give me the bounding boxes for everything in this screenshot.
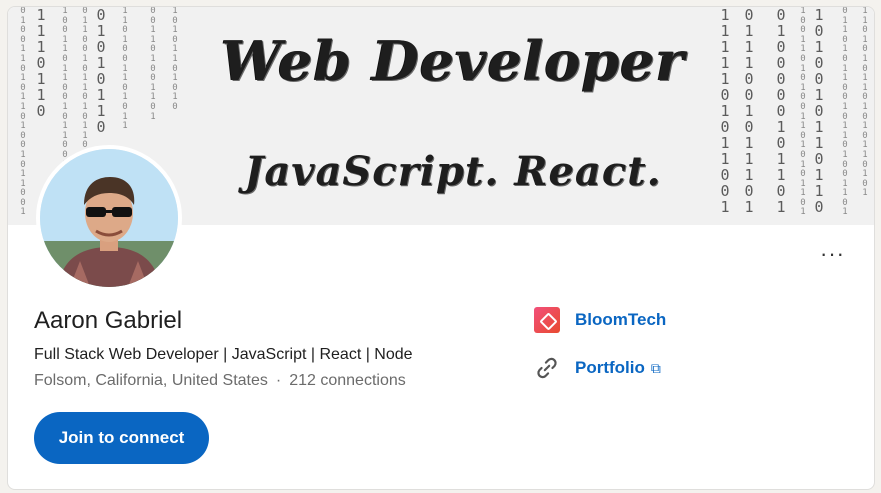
portfolio-link[interactable]: Portfolio ⧉ xyxy=(534,355,661,381)
avatar-photo xyxy=(40,149,178,287)
binary-column: 1 0 1 0 0 1 0 1 1 0 1 1 0 xyxy=(814,7,824,216)
profile-headline: Full Stack Web Developer | JavaScript | … xyxy=(34,346,413,363)
banner-line-1: Web Developer xyxy=(220,29,686,93)
binary-column: 1 1 0 1 0 0 1 1 0 1 0 1 1 xyxy=(122,7,128,132)
more-actions-button[interactable]: ··· xyxy=(820,241,845,267)
binary-column: 1 0 1 0 1 1 0 1 0 1 0 xyxy=(172,7,178,112)
org-link[interactable]: BloomTech xyxy=(534,307,666,333)
profile-meta: Folsom, California, United States · 212 co… xyxy=(34,372,406,390)
profile-connections[interactable]: 212 connections xyxy=(289,372,406,389)
binary-column: 0 1 1 0 0 1 0 1 1 0 1 0 1 1 0 xyxy=(82,7,88,151)
profile-location: Folsom, California, United States xyxy=(34,372,268,389)
binary-column: 0 1 0 1 0 1 1 0 xyxy=(96,7,106,136)
banner-title: Web Developer JavaScript. React. Node xyxy=(198,15,708,225)
portfolio-link-label[interactable]: Portfolio xyxy=(575,358,645,378)
profile-name: Aaron Gabriel xyxy=(34,307,183,334)
meta-separator: · xyxy=(275,372,282,389)
binary-column: 0 1 0 0 1 1 0 1 0 1 1 0 1 0 0 1 0 1 1 0 … xyxy=(20,7,26,218)
binary-column: 1 1 0 1 0 1 0 1 1 0 1 0 1 0 1 1 0 1 0 1 xyxy=(862,7,868,199)
binary-column: 0 1 1 1 0 0 1 0 1 1 1 0 1 xyxy=(744,7,754,216)
binary-column: 1 1 1 0 1 1 0 xyxy=(36,7,46,120)
binary-column: 0 0 1 1 0 1 0 0 1 1 0 1 xyxy=(150,7,156,122)
join-to-connect-button[interactable]: Join to connect xyxy=(34,412,209,464)
binary-column: 0 1 1 0 1 0 1 1 0 0 1 0 1 1 0 1 0 0 1 1 … xyxy=(842,7,848,218)
link-icon xyxy=(537,357,557,379)
external-link-icon: ⧉ xyxy=(650,359,661,376)
profile-card: 1 1 1 0 1 1 0 0 1 0 0 1 1 0 1 0 1 1 0 1 … xyxy=(7,6,875,490)
avatar[interactable] xyxy=(36,145,182,291)
org-link-label[interactable]: BloomTech xyxy=(575,310,666,330)
binary-column: 0 1 0 0 0 0 0 1 0 1 1 0 1 xyxy=(776,7,786,216)
binary-column: 1 0 0 1 1 0 1 0 1 0 0 1 1 0 1 0 1 0 1 1 … xyxy=(800,7,806,218)
bloomtech-logo-icon xyxy=(534,307,560,333)
binary-column: 1 1 1 1 1 0 1 0 1 1 0 0 1 xyxy=(720,7,730,216)
banner-line-2: JavaScript. React. Node xyxy=(244,148,662,195)
